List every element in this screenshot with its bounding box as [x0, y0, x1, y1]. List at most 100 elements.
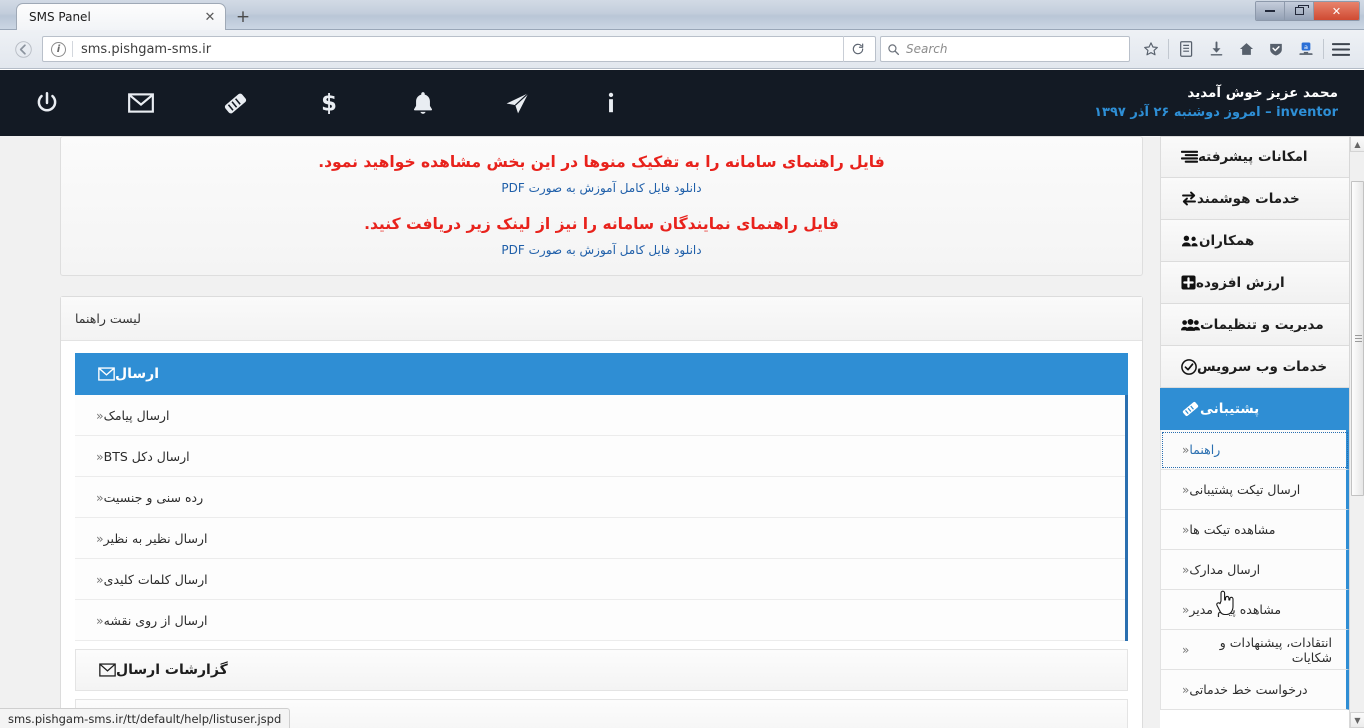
power-icon[interactable]: [0, 70, 94, 136]
notice-title-1: فایل راهنمای سامانه را به تفکیک منوها در…: [318, 153, 885, 171]
scroll-down-button[interactable]: ▼: [1350, 712, 1364, 728]
app-header: $ محمد عزیز خوش آمدید inventor – امروز د…: [0, 70, 1364, 136]
hamburger-menu-icon[interactable]: [1326, 35, 1356, 63]
group-title-reports: گزارشات ارسال: [116, 662, 228, 678]
download-pdf-link-1[interactable]: دانلود فایل کامل آموزش به صورت PDF: [75, 181, 1128, 195]
reload-icon[interactable]: [843, 36, 871, 62]
sidebar-item-label: مدیریت و تنظیمات: [1200, 316, 1324, 333]
browser-tab[interactable]: SMS Panel ✕: [16, 3, 226, 30]
info-icon[interactable]: [564, 70, 658, 136]
browser-titlebar: SMS Panel ✕ + ✕: [0, 0, 1364, 30]
main-content: فایل راهنمای سامانه را به تفکیک منوها در…: [0, 136, 1159, 728]
notice-card: فایل راهنمای سامانه را به تفکیک منوها در…: [60, 136, 1143, 276]
svg-text:a: a: [1304, 43, 1308, 51]
back-button[interactable]: [8, 35, 38, 63]
account-icon[interactable]: a: [1291, 35, 1321, 63]
sidebar-subitem-label: انتقادات، پیشنهادات و شکایات: [1219, 634, 1332, 665]
dollar-icon[interactable]: $: [282, 70, 376, 136]
list-item-label: ارسال کلمات کلیدی: [103, 571, 208, 587]
accordion-group-reports: گزارشات ارسال: [75, 649, 1128, 691]
search-icon: [888, 43, 900, 55]
list-item[interactable]: ارسال کلمات کلیدی «: [75, 559, 1125, 600]
users-icon: [1181, 234, 1199, 248]
welcome-name: محمد عزیز خوش آمدید: [1187, 85, 1338, 102]
list-item[interactable]: ارسال پیامک «: [75, 395, 1125, 436]
chevron-icon: «: [96, 571, 104, 587]
url-divider: [72, 41, 73, 57]
sidebar-subitem-send-ticket[interactable]: ارسال تیکت پشتیبانی «: [1160, 470, 1350, 510]
url-bar[interactable]: i sms.pishgam-sms.ir: [42, 36, 876, 62]
tab-close-icon[interactable]: ✕: [201, 8, 219, 26]
envelope-icon: [98, 367, 115, 381]
scrollbar-thumb[interactable]: [1351, 181, 1364, 496]
download-pdf-link-2[interactable]: دانلود فایل کامل آموزش به صورت PDF: [75, 243, 1128, 257]
bell-icon[interactable]: [376, 70, 470, 136]
browser-toolbar-icons: a: [1136, 35, 1356, 63]
paper-plane-icon[interactable]: [470, 70, 564, 136]
status-bar: sms.pishgam-sms.ir/tt/default/help/listu…: [0, 708, 291, 728]
plus-square-icon: [1181, 275, 1196, 290]
sidebar-subitem-label: درخواست خط خدماتی: [1189, 682, 1308, 697]
url-text: sms.pishgam-sms.ir: [81, 41, 212, 57]
list-item-label: ارسال نظیر به نظیر: [103, 530, 208, 546]
sidebar-item-webservice[interactable]: خدمات وب سرویس: [1160, 346, 1350, 388]
accordion-header-reports[interactable]: گزارشات ارسال: [75, 649, 1128, 691]
panel-title: لیست راهنما: [61, 297, 1142, 341]
sidebar-subitem-guide[interactable]: راهنما «: [1160, 430, 1350, 470]
list-item[interactable]: ارسال از روی نقشه «: [75, 600, 1125, 641]
sidebar-subitem-service-line-request[interactable]: درخواست خط خدماتی «: [1160, 670, 1350, 710]
life-ring-icon[interactable]: [188, 70, 282, 136]
sidebar-subitem-feedback[interactable]: انتقادات، پیشنهادات و شکایات «: [1160, 630, 1350, 670]
chevron-icon: «: [96, 448, 104, 464]
sidebar-item-management[interactable]: مدیریت و تنظیمات: [1160, 304, 1350, 346]
sidebar-item-label: پشتیبانی: [1200, 400, 1260, 417]
help-list-panel: لیست راهنما ارسال ارسال پیامک « ارسال دک…: [60, 296, 1143, 728]
download-icon[interactable]: [1201, 35, 1231, 63]
shield-icon[interactable]: [1261, 35, 1291, 63]
accordion-list-ersal: ارسال پیامک « ارسال دکل BTS « رده سنی و …: [75, 395, 1128, 641]
chevron-icon: «: [96, 407, 104, 423]
page-scrollbar[interactable]: ▲ ▼: [1349, 136, 1364, 728]
chevron-icon: «: [1182, 442, 1190, 457]
scroll-up-button[interactable]: ▲: [1350, 136, 1364, 152]
sidebar-subitem-send-documents[interactable]: ارسال مدارک «: [1160, 550, 1350, 590]
site-info-icon[interactable]: i: [51, 41, 66, 57]
list-item[interactable]: ارسال نظیر به نظیر «: [75, 518, 1125, 559]
list-item[interactable]: رده سنی و جنسیت «: [75, 477, 1125, 518]
sidebar-item-label: ارزش افزوده: [1196, 274, 1285, 291]
sidebar-menu: امکانات پیشرفته خدمات هوشمند همکاران ارز…: [1160, 136, 1350, 728]
chevron-icon: «: [1182, 482, 1190, 497]
sidebar-item-advanced[interactable]: امکانات پیشرفته: [1160, 136, 1350, 178]
chevron-icon: «: [1182, 602, 1190, 617]
home-icon[interactable]: [1231, 35, 1261, 63]
close-button[interactable]: ✕: [1314, 2, 1359, 20]
restore-button[interactable]: [1285, 2, 1314, 20]
sidebar-item-smart-services[interactable]: خدمات هوشمند: [1160, 178, 1350, 220]
sidebar-item-value-added[interactable]: ارزش افزوده: [1160, 262, 1350, 304]
tab-title: SMS Panel: [29, 10, 91, 24]
search-input[interactable]: Search: [880, 36, 1130, 62]
sidebar-item-label: خدمات هوشمند: [1197, 190, 1300, 207]
sidebar-item-partners[interactable]: همکاران: [1160, 220, 1350, 262]
list-item-label: ارسال پیامک: [103, 407, 170, 423]
ticket-icon: [1181, 400, 1200, 418]
browser-window: SMS Panel ✕ + ✕ i sms.pishgam-sms.ir Sea…: [0, 0, 1364, 728]
chevron-icon: «: [1182, 562, 1190, 577]
page-viewport: $ محمد عزیز خوش آمدید inventor – امروز د…: [0, 70, 1364, 728]
sidebar-subitem-admin-messages[interactable]: مشاهده پیام مدیر «: [1160, 590, 1350, 630]
accordion-header-ersal[interactable]: ارسال: [75, 353, 1128, 395]
list-icon: [1181, 150, 1198, 164]
list-item[interactable]: ارسال دکل BTS «: [75, 436, 1125, 477]
sidebar-subitem-label: ارسال تیکت پشتیبانی: [1189, 482, 1301, 497]
svg-text:$: $: [321, 91, 337, 116]
new-tab-button[interactable]: +: [232, 6, 254, 27]
envelope-icon[interactable]: [94, 70, 188, 136]
sidebar-subitem-view-tickets[interactable]: مشاهده تیکت ها «: [1160, 510, 1350, 550]
minimize-button[interactable]: [1256, 2, 1285, 20]
sidebar-item-support[interactable]: پشتیبانی: [1160, 388, 1350, 430]
chevron-icon: «: [1182, 522, 1190, 537]
exchange-icon: [1181, 191, 1197, 206]
library-icon[interactable]: [1171, 35, 1201, 63]
bookmark-star-icon[interactable]: [1136, 35, 1166, 63]
search-placeholder: Search: [906, 42, 948, 56]
